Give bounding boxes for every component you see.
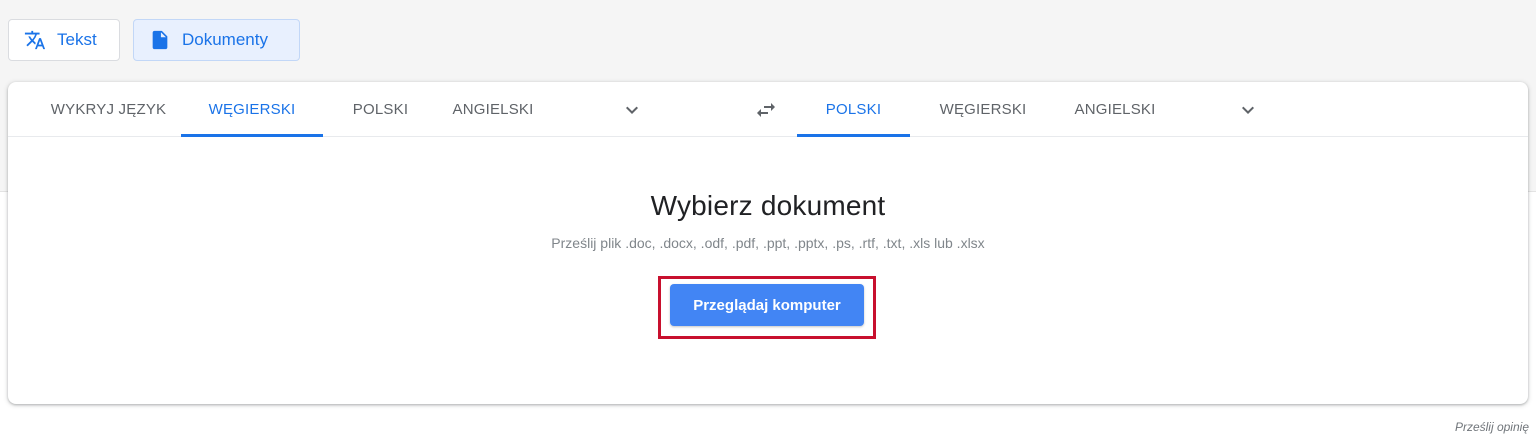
- document-icon: [149, 29, 171, 51]
- page-title: Wybierz dokument: [650, 190, 886, 221]
- translator-card: WYKRYJ JĘZYK WĘGIERSKI POLSKI ANGIELSKI …: [8, 82, 1528, 404]
- source-lang-detect[interactable]: WYKRYJ JĘZYK: [36, 82, 181, 137]
- supported-formats-text: Prześlij plik .doc, .docx, .odf, .pdf, .…: [551, 235, 985, 251]
- target-lang-polish[interactable]: POLSKI: [797, 82, 910, 137]
- send-feedback-link[interactable]: Prześlij opinię: [1455, 420, 1529, 434]
- source-lang-hungarian[interactable]: WĘGIERSKI: [181, 82, 323, 137]
- swap-icon[interactable]: [754, 98, 778, 122]
- source-lang-polish[interactable]: POLSKI: [323, 82, 438, 137]
- source-lang-english[interactable]: ANGIELSKI: [438, 82, 548, 137]
- chevron-down-icon[interactable]: [1236, 98, 1260, 122]
- text-mode-button[interactable]: Tekst: [8, 19, 120, 61]
- text-mode-label: Tekst: [57, 30, 97, 49]
- chevron-down-icon[interactable]: [620, 98, 644, 122]
- target-lang-hungarian[interactable]: WĘGIERSKI: [910, 82, 1056, 137]
- document-upload-area: Wybierz dokument Prześlij plik .doc, .do…: [8, 138, 1528, 404]
- translate-icon: [24, 29, 46, 51]
- browse-computer-button[interactable]: Przeglądaj komputer: [670, 284, 864, 326]
- language-bar: WYKRYJ JĘZYK WĘGIERSKI POLSKI ANGIELSKI …: [8, 82, 1528, 137]
- documents-mode-button[interactable]: Dokumenty: [133, 19, 300, 61]
- documents-mode-label: Dokumenty: [182, 30, 268, 49]
- target-lang-english[interactable]: ANGIELSKI: [1056, 82, 1174, 137]
